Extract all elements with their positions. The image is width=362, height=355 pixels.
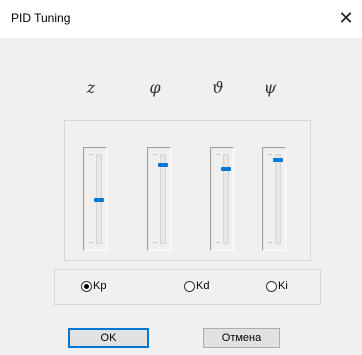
ok-button[interactable]: OK (68, 328, 149, 348)
radio-button-icon[interactable] (266, 280, 277, 292)
tick-bottom (216, 242, 220, 243)
slider-track (160, 154, 166, 244)
axis-label-phi: φ (149, 78, 161, 97)
slider-theta[interactable] (210, 147, 234, 251)
axis-label-theta: ϑ (212, 78, 224, 97)
radio-label: Ki (278, 280, 288, 292)
tick-top (216, 154, 220, 155)
tick-bottom (89, 242, 93, 243)
slider-thumb[interactable] (273, 158, 283, 163)
tick-bottom (153, 242, 157, 243)
slider-track (275, 154, 281, 244)
radio-kp[interactable]: Kp (81, 280, 106, 292)
close-icon[interactable]: ✕ (336, 7, 356, 29)
axis-label-z: z (86, 78, 96, 97)
radio-kd[interactable]: Kd (184, 280, 209, 292)
title-bar: PID Tuning ✕ (0, 0, 362, 38)
slider-psi[interactable] (262, 147, 286, 251)
axis-label-psi: ψ (263, 78, 277, 97)
slider-thumb[interactable] (158, 163, 168, 168)
radio-button-icon[interactable] (81, 280, 92, 292)
radio-label: Kp (93, 280, 107, 292)
radio-ki[interactable]: Ki (266, 280, 288, 292)
tick-bottom (268, 242, 272, 243)
tick-top (89, 154, 93, 155)
slider-thumb[interactable] (94, 197, 104, 202)
slider-phi[interactable] (147, 147, 171, 251)
dialog-client-area: z φ ϑ ψ Kp Kd Ki OK Отмена (0, 38, 362, 355)
window-title: PID Tuning (11, 11, 71, 25)
radio-label: Kd (196, 280, 210, 292)
slider-thumb[interactable] (221, 166, 231, 171)
gain-selector: Kp Kd Ki (54, 269, 321, 305)
tick-top (268, 154, 272, 155)
slider-z[interactable] (83, 147, 107, 251)
radio-button-icon[interactable] (184, 280, 195, 292)
tick-top (153, 154, 157, 155)
slider-group (64, 120, 311, 261)
cancel-button[interactable]: Отмена (203, 328, 280, 348)
